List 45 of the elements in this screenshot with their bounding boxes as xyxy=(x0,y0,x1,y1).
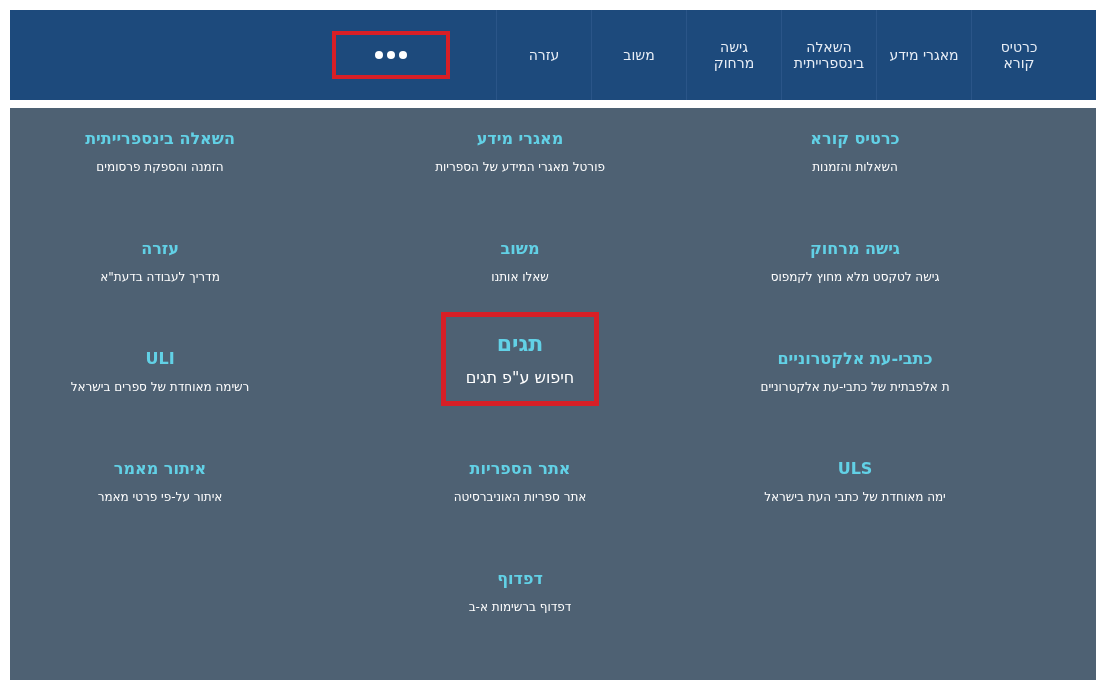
menu-entry-description: פורטל מאגרי המידע של הספריות xyxy=(435,160,605,174)
menu-entry-title: מאגרי מידע xyxy=(476,129,564,148)
menu-entry-description: רשימה מאוחדת של ספרים בישראל xyxy=(70,380,250,394)
menu-entry[interactable]: עזרה מדריך לעבודה בדעת"א xyxy=(87,232,233,291)
menu-entry[interactable]: כרטיס קורא השאלות והזמנות xyxy=(797,122,913,181)
menu-entry[interactable]: איתור מאמר איתור על-פי פרטי מאמר xyxy=(84,452,236,511)
nav-link[interactable]: מאגרי מידע xyxy=(876,10,971,100)
menu-entry-title: איתור מאמר xyxy=(113,459,207,478)
nav-link[interactable]: השאלה בינספרייתית xyxy=(781,10,876,100)
menu-entry-description: גישה לטקסט מלא מחוץ לקמפוס xyxy=(770,270,940,284)
nav-link[interactable]: עזרה xyxy=(496,10,591,100)
menu-entry[interactable]: מאגרי מידע פורטל מאגרי המידע של הספריות xyxy=(422,122,618,181)
menu-entry-title: ULI xyxy=(145,349,175,368)
nav-link[interactable]: גישה מרחוק xyxy=(686,10,781,100)
menu-entry-description: דפדוף ברשימות א-ב xyxy=(468,600,572,614)
menu-entry[interactable]: גישה מרחוק גישה לטקסט מלא מחוץ לקמפוס xyxy=(757,232,953,291)
menu-entry-title: השאלה בינספרייתית xyxy=(85,129,235,148)
menu-entry[interactable]: השאלה בינספרייתית הזמנה והספקת פרסומים xyxy=(72,122,248,181)
menu-entry-title: ULS xyxy=(837,459,873,478)
more-icon xyxy=(375,51,407,59)
menu-entry-description: אתר ספריות האוניברסיטה xyxy=(453,490,587,504)
menu-entry[interactable]: משוב שאלו אותנו xyxy=(478,232,562,291)
menu-entry-description: מדריך לעבודה בדעת"א xyxy=(100,270,220,284)
menu-entry-title: כרטיס קורא xyxy=(810,129,900,148)
menu-entry-description: הזמנה והספקת פרסומים xyxy=(96,160,224,174)
menu-entry-description: שאלו אותנו xyxy=(491,270,549,284)
menu-entry-title: תגים xyxy=(496,331,544,356)
menu-entry[interactable]: כתבי-עת אלקטרוניים ת אלפבתית של כתבי-עת אלקטרוניים xyxy=(747,342,963,401)
menu-entry-description: איתור על-פי פרטי מאמר xyxy=(97,490,223,504)
menu-entry-description: ת אלפבתית של כתבי-עת אלקטרוניים xyxy=(760,380,950,394)
menu-entry-title: אתר הספריות xyxy=(469,459,571,478)
menu-entry[interactable]: אתר הספריות אתר ספריות האוניברסיטה xyxy=(440,452,600,511)
menu-entry[interactable]: תגים חיפוש ע"פ תגים xyxy=(440,312,600,406)
menu-entry-title: עזרה xyxy=(141,239,179,258)
menu-entry-description: ימה מאוחדת של כתבי העת בישראל xyxy=(764,490,946,504)
menu-entry-title: דפדוף xyxy=(497,569,543,588)
menu-entry[interactable]: דפדוף דפדוף ברשימות א-ב xyxy=(455,562,585,621)
menu-entry-description: השאלות והזמנות xyxy=(812,160,898,174)
menu-entry-description: חיפוש ע"פ תגים xyxy=(465,368,575,387)
menu-entry-title: משוב xyxy=(500,239,540,258)
menu-entry-title: גישה מרחוק xyxy=(810,239,900,258)
nav-link[interactable]: משוב xyxy=(591,10,686,100)
more-button[interactable] xyxy=(332,31,450,79)
menu-entry-title: כתבי-עת אלקטרוניים xyxy=(777,349,933,368)
nav-link[interactable]: כרטיס קורא xyxy=(971,10,1066,100)
